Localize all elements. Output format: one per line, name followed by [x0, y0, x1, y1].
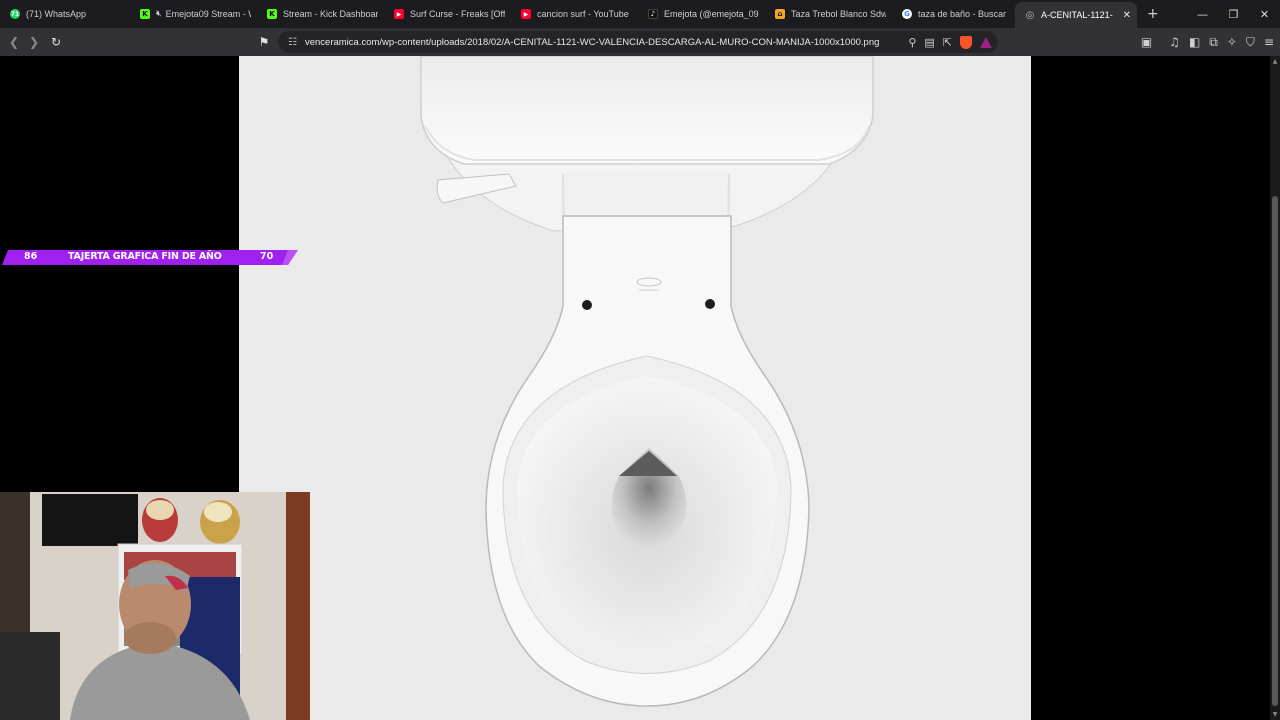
tab-title: cancion surf - YouTube	[537, 9, 629, 19]
tiktok-icon: ♪	[648, 9, 658, 19]
scroll-down-icon[interactable]: ▼	[1270, 711, 1280, 718]
globe-icon: ◎	[1025, 9, 1035, 21]
kick-icon: K	[267, 9, 277, 19]
reload-button[interactable]: ↻	[46, 32, 66, 52]
vertical-scrollbar[interactable]: ▲ ▼	[1270, 56, 1280, 720]
webcam-feed	[0, 492, 310, 720]
tab-title: (71) WhatsApp	[26, 9, 87, 19]
forward-button[interactable]: ❯	[24, 32, 44, 52]
toolbar-right: ▣ ♫ ◧ ⧉ ✧ ⛉ ≡	[1141, 28, 1274, 56]
webcam-image	[0, 492, 310, 720]
tab-cancion-surf[interactable]: ▶ cancion surf - YouTube	[511, 2, 638, 26]
youtube-icon: ▶	[394, 9, 404, 19]
restore-button[interactable]: ❐	[1218, 8, 1249, 21]
reader-mode-icon[interactable]: ▤	[924, 36, 934, 49]
extensions-icon[interactable]: ⧉	[1209, 35, 1218, 50]
close-tab-icon[interactable]: ✕	[1123, 10, 1131, 21]
tab-google-search[interactable]: G taza de baño - Buscar con	[892, 2, 1015, 26]
tab-taza-trebol[interactable]: ⌂ Taza Trebol Blanco Sdw - F	[765, 2, 892, 26]
whatsapp-icon: 71	[10, 9, 20, 19]
tab-active-image[interactable]: ◎ A-CENITAL-1121-WC ✕	[1015, 2, 1137, 28]
tab-kick-stream[interactable]: K 🔇︎ Emejota09 Stream - W	[130, 2, 257, 26]
displayed-image[interactable]	[239, 56, 1031, 720]
leo-ai-icon[interactable]: ✧	[1227, 35, 1237, 49]
address-bar[interactable]: ☷ venceramica.com/wp-content/uploads/201…	[278, 31, 998, 53]
mercadolibre-icon: ⌂	[775, 9, 785, 19]
goal-title: TAJERTA GRAFICA FIN DE AÑO	[68, 251, 222, 262]
goal-current-value: 86	[24, 251, 38, 262]
zoom-icon[interactable]: ⚲	[908, 36, 916, 49]
brave-rewards-icon[interactable]	[980, 36, 992, 48]
scrollbar-thumb[interactable]	[1272, 196, 1278, 706]
address-bar-actions: ⚲ ▤ ⇱	[908, 35, 992, 49]
tab-title: Emejota (@emejota_09) | T	[664, 9, 759, 19]
share-icon[interactable]: ⇱	[943, 36, 952, 49]
tab-tiktok[interactable]: ♪ Emejota (@emejota_09) | T	[638, 2, 765, 26]
menu-icon[interactable]: ≡	[1264, 35, 1274, 49]
tab-title: taza de baño - Buscar con	[918, 9, 1009, 19]
muted-speaker-icon[interactable]: 🔇︎	[156, 9, 162, 19]
new-tab-button[interactable]: +	[1147, 6, 1159, 22]
minimize-button[interactable]: —	[1187, 8, 1218, 21]
media-icon[interactable]: ♫	[1169, 35, 1180, 49]
tab-title: Taza Trebol Blanco Sdw - F	[791, 9, 886, 19]
toilet-image	[239, 56, 1031, 720]
stream-goal-bar: 86 TAJERTA GRAFICA FIN DE AÑO 70	[2, 250, 298, 265]
vpn-icon[interactable]: ⛉	[1246, 35, 1255, 50]
youtube-icon: ▶	[521, 9, 531, 19]
site-info-icon[interactable]: ☷	[288, 37, 297, 48]
tab-kick-dashboard[interactable]: K Stream - Kick Dashboard	[257, 2, 384, 26]
goal-target-value: 70	[260, 251, 274, 262]
tab-whatsapp[interactable]: 71 (71) WhatsApp	[0, 2, 130, 26]
kick-icon: K	[140, 9, 150, 19]
url-text[interactable]: venceramica.com/wp-content/uploads/2018/…	[305, 37, 885, 48]
bookmark-icon[interactable]: ⚑	[254, 32, 274, 52]
tab-title: Stream - Kick Dashboard	[283, 9, 378, 19]
tab-title: Emejota09 Stream - W	[165, 9, 251, 19]
close-window-button[interactable]: ✕	[1249, 8, 1280, 21]
brave-shields-icon[interactable]	[960, 35, 972, 49]
back-button[interactable]: ❮	[4, 32, 24, 52]
tab-title: A-CENITAL-1121-WC	[1041, 10, 1113, 20]
window-controls: — ❐ ✕	[1187, 0, 1280, 28]
google-icon: G	[902, 9, 912, 19]
tab-strip: 71 (71) WhatsApp K 🔇︎ Emejota09 Stream -…	[0, 0, 1280, 28]
sidebar-icon[interactable]: ◧	[1189, 35, 1200, 49]
wallet-icon[interactable]: ▣	[1141, 35, 1152, 49]
tab-surf-curse[interactable]: ▶ Surf Curse - Freaks [Officia	[384, 2, 511, 26]
tab-title: Surf Curse - Freaks [Officia	[410, 9, 505, 19]
browser-toolbar: ❮ ❯ ↻ ⚑ ☷ venceramica.com/wp-content/upl…	[0, 28, 1280, 56]
scroll-up-icon[interactable]: ▲	[1270, 58, 1280, 65]
